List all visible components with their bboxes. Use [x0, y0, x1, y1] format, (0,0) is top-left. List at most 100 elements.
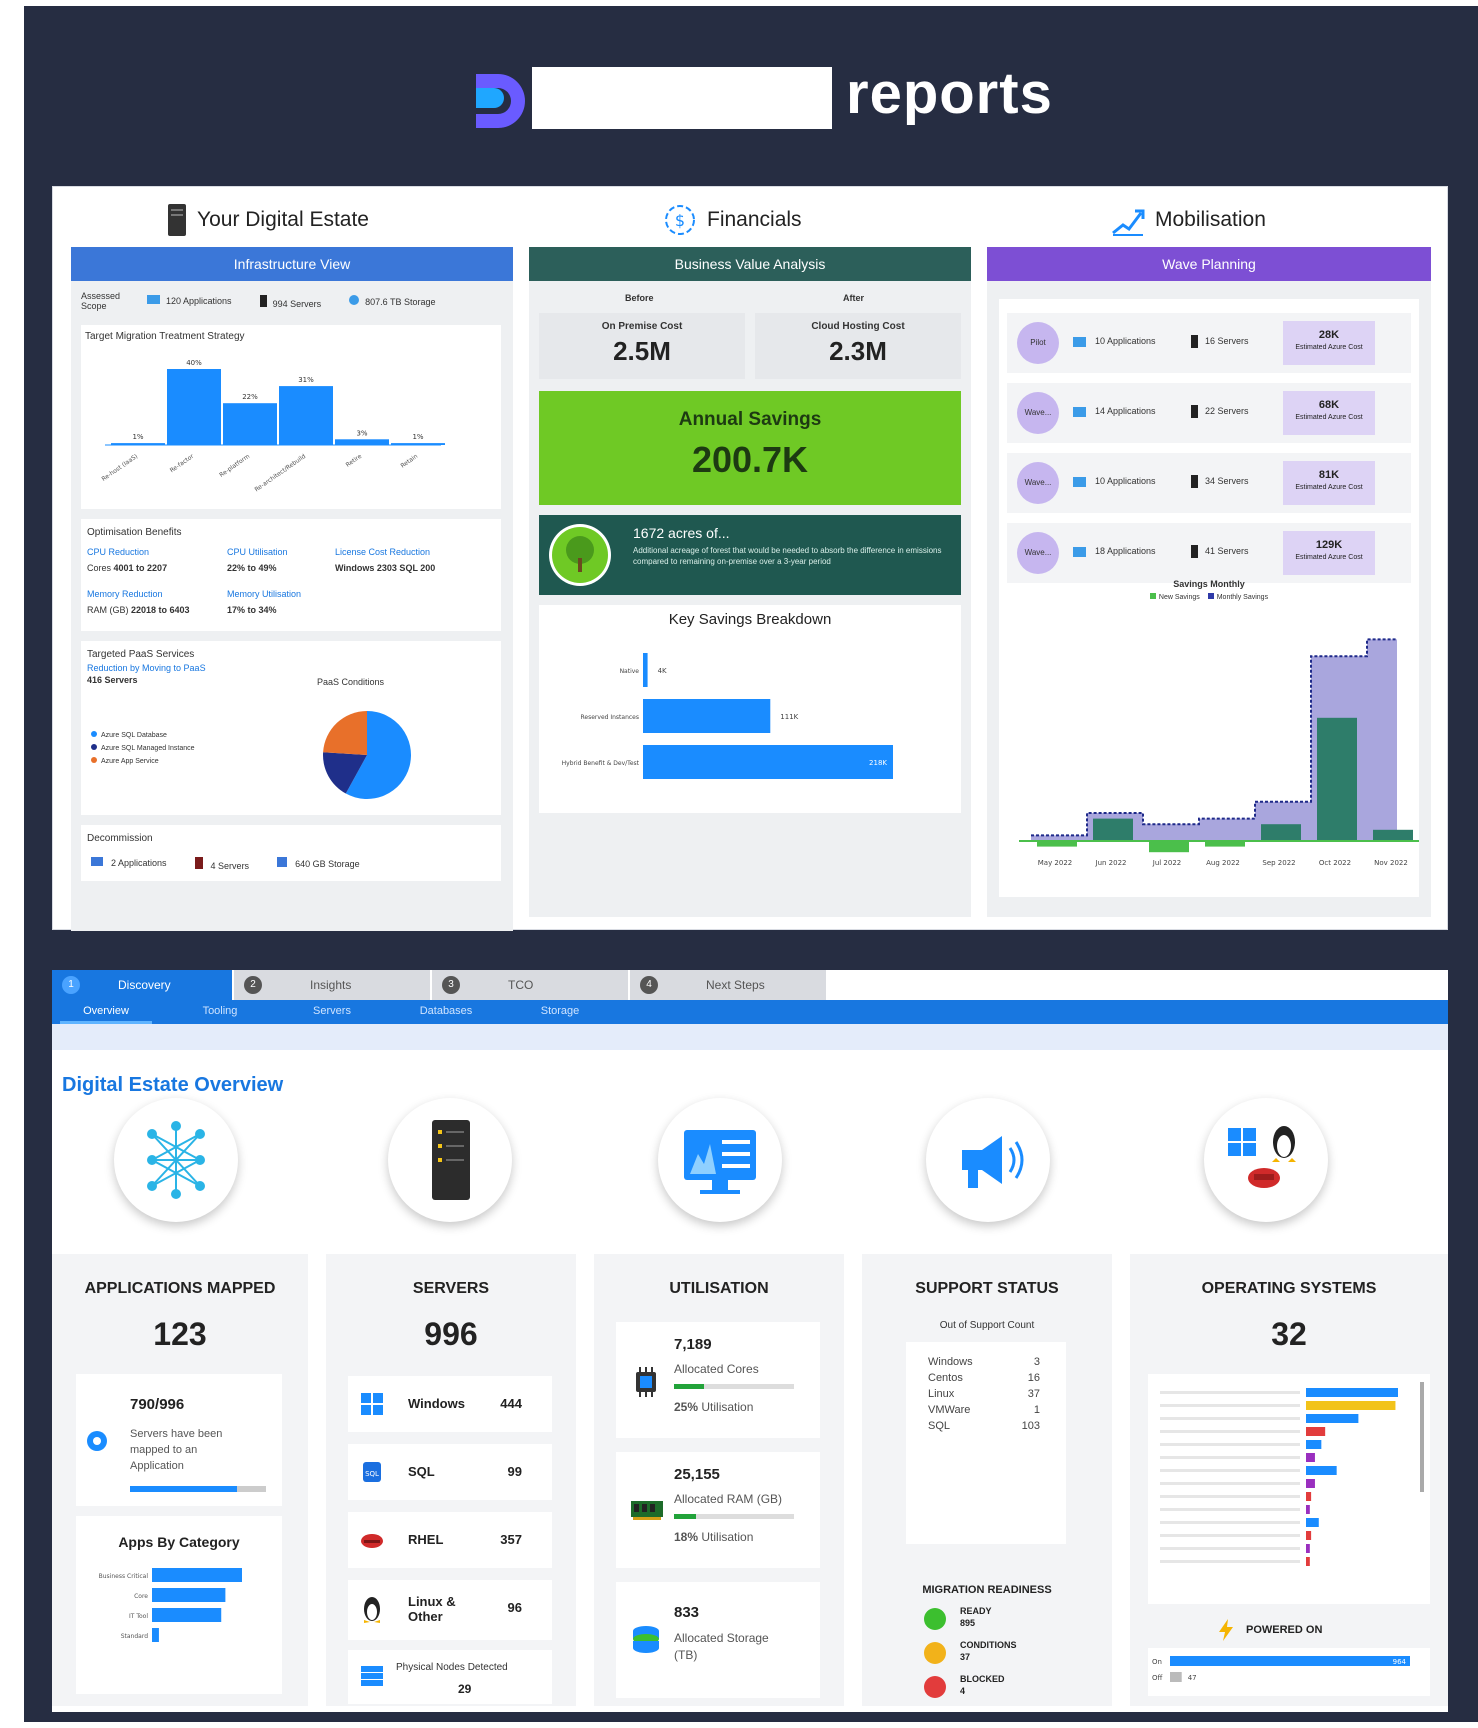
wave-cost: 129K Estimated Azure Cost: [1283, 531, 1375, 575]
support-row: VMWare 1: [928, 1404, 1040, 1416]
apps-by-category-title: Apps By Category: [118, 1534, 240, 1550]
opt-cpu-utilisation: CPU Utilisation 22% to 49%: [227, 547, 288, 573]
server-icon: [1191, 405, 1198, 418]
servers-value: 996: [424, 1316, 478, 1352]
physical-nodes-row: Physical Nodes Detected 29: [348, 1650, 552, 1704]
subtab-overview[interactable]: Overview: [60, 1000, 152, 1024]
os-label-placeholder: [1160, 1391, 1300, 1394]
paas-card: Targeted PaaS Services Reduction by Movi…: [81, 641, 501, 815]
dollar-coin-icon: $: [665, 205, 695, 235]
mapped-servers-card: 790/996 Servers have been mapped to an A…: [76, 1374, 282, 1506]
server-row-value: 357: [500, 1532, 522, 1547]
ram-value: 25,155: [674, 1466, 720, 1483]
key-savings-chart: Native 4K Reserved Instances 111K Hybrid Ben…: [562, 653, 893, 779]
mobilisation-title-text: Mobilisation: [1155, 208, 1266, 231]
scope-items: 120 Applications 994 Servers 807.6 TB St…: [147, 295, 435, 309]
optimisation-card: Optimisation Benefits CPU Reduction Core…: [81, 519, 501, 631]
filter-strip: [52, 1024, 1448, 1050]
operating-systems-value: 32: [1271, 1316, 1307, 1352]
os-label-placeholder: [1160, 1469, 1300, 1472]
utilisation-title: UTILISATION: [669, 1280, 769, 1297]
os-bar: [1306, 1557, 1310, 1566]
svg-text:SQL: SQL: [365, 1470, 379, 1478]
tab-tco[interactable]: 3 TCO: [432, 970, 628, 1000]
storage-icon: [277, 857, 288, 867]
decom-servers: 4 Servers: [194, 857, 249, 871]
wave-servers: 22 Servers: [1205, 406, 1249, 416]
wave-row: Wave... 10 Applications 34 Servers 81K Estim…: [1007, 453, 1411, 513]
estate-gray-area: Assessed Scope 120 Applications 994 Serv…: [71, 281, 513, 931]
os-bar: [1306, 1544, 1310, 1553]
after-label: After: [843, 293, 865, 303]
server-row-rhel: RHEL 357: [348, 1512, 552, 1568]
business-value-band: Business Value Analysis: [529, 247, 971, 281]
os-label-placeholder: [1160, 1482, 1300, 1485]
savings-x-label: Aug 2022: [1206, 859, 1240, 867]
subtab-storage[interactable]: Storage: [510, 1000, 610, 1024]
support-status-title: SUPPORT STATUS: [915, 1280, 1059, 1297]
os-bar: [1306, 1440, 1322, 1449]
key-savings-bar: [643, 653, 648, 687]
mobilisation-title: Mobilisation: [1111, 203, 1266, 237]
tab-discovery[interactable]: 1 Discovery: [52, 970, 232, 1000]
strategy-card: Target Migration Treatment Strategy 1% Re…: [81, 325, 501, 509]
apps-by-category-chart: Business Critical Core IT Tool Standard: [99, 1568, 242, 1642]
mobilisation-gray-area: Pilot 10 Applications 16 Servers 28K Estimat…: [987, 281, 1431, 917]
powered-on-card: On 964 Off 47: [1148, 1648, 1430, 1696]
strategy-bar: [335, 439, 389, 445]
linux-icon: [364, 1597, 380, 1623]
savings-x-label: Jul 2022: [1152, 859, 1182, 867]
app-window-icon: [91, 857, 103, 866]
os-scrollbar[interactable]: [1420, 1382, 1424, 1492]
category-label: Standard: [121, 1633, 148, 1640]
windows-icon: [361, 1393, 383, 1415]
paas-legend: Azure SQL Database Azure SQL Managed Ins…: [91, 731, 195, 765]
paas-subtitle: Reduction by Moving to PaaS: [87, 663, 206, 673]
wave-apps: 14 Applications: [1095, 406, 1156, 416]
strategy-bar-label: 1%: [412, 433, 423, 441]
mapped-progress-bar: [130, 1486, 266, 1492]
decom-apps: 2 Applications: [91, 857, 167, 871]
logo-text: reports: [846, 61, 1053, 126]
strategy-category-label: Retain: [399, 453, 419, 470]
operating-systems-title: OPERATING SYSTEMS: [1201, 1280, 1377, 1297]
strategy-category-label: Re-architect/Rebuild: [253, 453, 307, 494]
lightning-icon: [1219, 1619, 1233, 1641]
server-row-windows: Windows 444: [348, 1376, 552, 1432]
wave-apps: 10 Applications: [1095, 336, 1156, 346]
strategy-bar: [111, 443, 165, 445]
tab-insights[interactable]: 2 Insights: [234, 970, 430, 1000]
ram-util-bar: [674, 1514, 794, 1519]
wave-cost: 81K Estimated Azure Cost: [1283, 461, 1375, 505]
os-breakdown-chart: [1160, 1388, 1398, 1566]
tab-next-steps[interactable]: 4 Next Steps: [630, 970, 826, 1000]
opt-cpu-reduction: CPU Reduction Cores 4001 to 2207: [87, 547, 168, 573]
wave-row: Wave... 14 Applications 22 Servers 68K Estim…: [1007, 383, 1411, 443]
subtab-tooling[interactable]: Tooling: [170, 1000, 270, 1024]
scope-servers: 994 Servers: [259, 295, 321, 309]
before-label: Before: [625, 293, 654, 303]
svg-text:$: $: [675, 211, 685, 230]
digital-estate-column: Your Digital Estate Infrastructure View …: [71, 187, 513, 931]
subtab-servers[interactable]: Servers: [282, 1000, 382, 1024]
new-savings-bar: [1149, 841, 1189, 853]
os-label-placeholder: [1160, 1521, 1300, 1524]
out-of-support-rows: Windows 3 Centos 16 Linux 37 VMWare 1 SQL 103: [928, 1356, 1040, 1436]
decommission-card: Decommission 2 Applications 4 Servers 64…: [81, 825, 501, 881]
strategy-bar: [223, 403, 277, 445]
sub-tabs: Overview Tooling Servers Databases Stora…: [52, 1000, 1448, 1024]
paas-title: Targeted PaaS Services: [87, 649, 195, 660]
mapped-count: 790/996: [130, 1396, 185, 1413]
powered-on-title: POWERED ON: [1246, 1624, 1323, 1636]
os-logos-icon: [1228, 1126, 1296, 1188]
os-label-placeholder: [1160, 1456, 1300, 1459]
scope-storage: 807.6 TB Storage: [349, 295, 435, 309]
subtab-databases[interactable]: Databases: [396, 1000, 496, 1024]
financials-title: $ Financials: [663, 203, 802, 237]
os-bar: [1306, 1505, 1310, 1514]
os-label-placeholder: [1160, 1547, 1300, 1550]
server-icon: [432, 1120, 470, 1200]
os-bar: [1306, 1388, 1398, 1397]
server-row-label: Windows: [408, 1396, 465, 1411]
onprem-cost-card: On Premise Cost 2.5M: [539, 313, 745, 379]
